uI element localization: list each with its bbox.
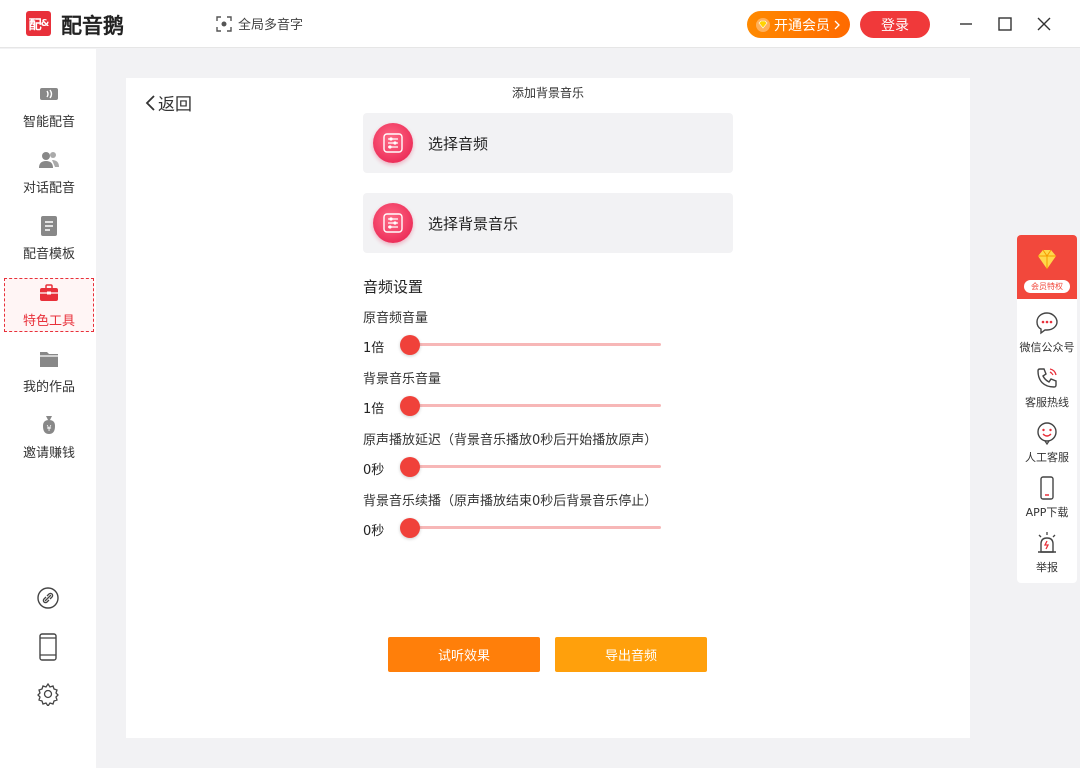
bgm-continue-label: 背景音乐续播（原声播放结束0秒后背景音乐停止） [363,494,658,509]
audio-settings-icon [373,203,413,243]
alarm-icon [1038,532,1056,553]
open-vip-button[interactable]: 开通会员 [747,11,850,38]
login-button[interactable]: 登录 [860,11,930,38]
sidebar-item-invite-earn[interactable]: ¥ 邀请赚钱 [4,410,94,464]
title-bar: 配 & 配音鹅 全局多音字 开通会员 登录 [0,0,1080,48]
sidebar-item-label: 对话配音 [22,180,75,196]
sidebar-item-dub-template[interactable]: 配音模板 [4,211,94,265]
smart-dub-icon [40,87,58,100]
app-logo-icon: 配 & [26,11,51,36]
right-panel-label: APP下载 [1025,506,1069,519]
settings-button[interactable] [36,682,60,708]
original-volume-label: 原音频音量 [363,311,429,326]
gear-icon [37,682,59,708]
phone-icon [1037,368,1057,388]
folder-icon [40,351,58,367]
bgm-volume-slider[interactable] [410,404,661,407]
sidebar-item-dialogue-dub[interactable]: 对话配音 [4,145,94,199]
export-audio-button[interactable]: 导出音频 [555,637,707,672]
original-volume-thumb[interactable] [400,335,420,355]
preview-button[interactable]: 试听效果 [388,637,540,672]
minimize-button[interactable] [956,14,976,34]
smile-chat-icon [1037,422,1057,446]
select-bgm-label: 选择背景音乐 [428,214,519,233]
select-audio-button[interactable]: 选择音频 [363,113,733,173]
audio-settings-icon [373,123,413,163]
app-download-button[interactable]: APP下载 [1017,475,1077,520]
minimize-icon [960,23,972,25]
right-panel-label: 举报 [1036,561,1058,574]
open-vip-label: 开通会员 [774,17,830,34]
sidebar: 智能配音 对话配音 配音模板 特色工具 我的作品 ¥ 邀请赚钱 [0,49,96,768]
sidebar-item-label: 智能配音 [22,114,75,130]
chevron-right-icon [834,20,840,29]
sidebar-item-label: 配音模板 [22,246,75,262]
hotline-button[interactable]: 客服热线 [1017,365,1077,410]
mobile-icon [39,633,57,661]
close-icon [1037,17,1051,31]
report-button[interactable]: 举报 [1017,530,1077,575]
wechat-chat-icon [1036,312,1058,335]
maximize-icon [998,17,1012,31]
polyphone-button[interactable]: 全局多音字 [216,14,303,33]
svg-text:¥: ¥ [46,424,51,433]
original-delay-value: 0秒 [363,463,385,478]
diamond-icon [756,17,770,32]
vip-privilege-card[interactable]: 会员特权 [1017,235,1077,299]
toolbox-icon [40,283,58,301]
select-audio-label: 选择音频 [428,134,489,153]
original-delay-thumb[interactable] [400,457,420,477]
bgm-continue-value: 0秒 [363,524,385,539]
diamond-icon [1038,249,1056,269]
select-bgm-button[interactable]: 选择背景音乐 [363,193,733,253]
right-panel-label: 客服热线 [1025,396,1069,409]
bgm-continue-thumb[interactable] [400,518,420,538]
original-volume-value: 1倍 [363,341,385,356]
bgm-volume-label: 背景音乐音量 [363,372,442,387]
wechat-official-button[interactable]: 微信公众号 [1017,310,1077,355]
original-delay-label: 原声播放延迟（背景音乐播放0秒后开始播放原声） [363,433,658,448]
mobile-icon [1040,476,1054,500]
link-button[interactable] [36,586,60,610]
right-panel-label: 人工客服 [1025,451,1069,464]
bgm-volume-thumb[interactable] [400,396,420,416]
audio-settings-title: 音频设置 [363,278,424,296]
sidebar-item-label: 邀请赚钱 [22,445,75,461]
maximize-button[interactable] [995,14,1015,34]
sidebar-item-smart-dub[interactable]: 智能配音 [4,79,94,133]
scan-icon [216,15,232,32]
bgm-volume-value: 1倍 [363,402,385,417]
close-button[interactable] [1034,14,1054,34]
live-support-button[interactable]: 人工客服 [1017,420,1077,465]
vip-privilege-label: 会员特权 [1024,280,1070,293]
dialogue-icon [39,151,59,168]
original-delay-slider[interactable] [410,465,661,468]
bgm-continue-slider[interactable] [410,526,661,529]
money-bag-icon: ¥ [43,415,55,434]
right-service-panel: 微信公众号 客服热线 人工客服 APP下载 举报 [1017,299,1077,583]
polyphone-label: 全局多音字 [238,18,304,33]
template-icon [41,215,57,236]
link-circle-icon [37,587,59,609]
sidebar-item-label: 特色工具 [22,313,75,329]
main-content: 返回 添加背景音乐 选择音频 选择背景音乐 音频设置 原音频音量 1倍 背景音乐… [126,78,970,738]
page-title: 添加背景音乐 [511,86,584,100]
sidebar-item-label: 我的作品 [22,379,75,395]
app-name: 配音鹅 [61,14,124,38]
mobile-button[interactable] [36,633,60,661]
sidebar-item-my-works[interactable]: 我的作品 [4,344,94,398]
sidebar-item-special-tools[interactable]: 特色工具 [4,278,94,332]
original-volume-slider[interactable] [410,343,661,346]
right-panel-label: 微信公众号 [1019,341,1075,354]
